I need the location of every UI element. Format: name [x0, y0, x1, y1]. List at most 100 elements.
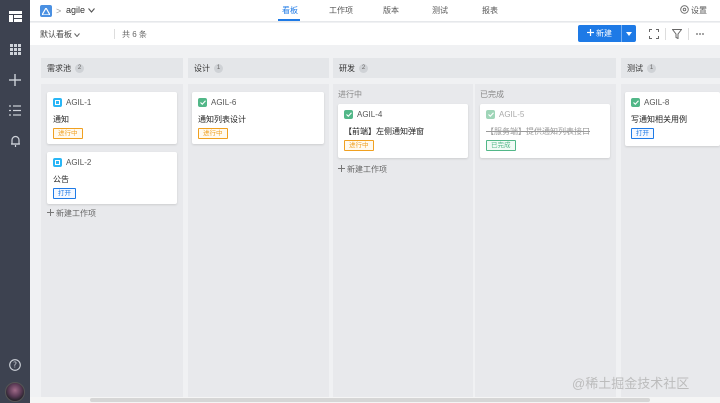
- card-agil-5[interactable]: AGIL-5 【服务端】提供通知列表接口 已完成: [480, 104, 610, 158]
- status-badge[interactable]: 打开: [631, 128, 654, 139]
- card-agil-2[interactable]: AGIL-2 公告 打开: [47, 152, 177, 204]
- column-header: 研发 2: [333, 58, 616, 78]
- list-icon[interactable]: [7, 102, 23, 118]
- fullscreen-icon[interactable]: [648, 28, 660, 40]
- tab-versions[interactable]: 版本: [383, 5, 399, 16]
- tab-testing[interactable]: 测试: [432, 5, 448, 16]
- project-name[interactable]: agile: [66, 5, 85, 15]
- gear-icon: [680, 5, 689, 16]
- column-test: 测试 1 AGIL-8 写通知相关用例 打开: [621, 58, 720, 397]
- board-selector[interactable]: 默认看板: [40, 29, 80, 40]
- column-title: 需求池: [47, 63, 71, 73]
- bell-icon[interactable]: [7, 133, 23, 149]
- card-title: 公告: [53, 175, 69, 184]
- status-badge[interactable]: 已完成: [486, 140, 516, 151]
- new-work-item-button[interactable]: 新建工作项: [47, 208, 96, 219]
- status-badge[interactable]: 进行中: [344, 140, 374, 151]
- svg-text:?: ?: [13, 361, 17, 370]
- chevron-down-icon: [74, 30, 80, 39]
- task-check-icon: [631, 98, 640, 107]
- task-check-icon: [344, 110, 353, 119]
- column-title: 测试: [627, 63, 643, 73]
- card-agil-1[interactable]: AGIL-1 通知 进行中: [47, 92, 177, 144]
- tab-work-items[interactable]: 工作项: [329, 5, 353, 16]
- card-id: AGIL-2: [66, 158, 92, 167]
- apps-grid-icon[interactable]: [7, 41, 23, 57]
- card-id: AGIL-1: [66, 98, 92, 107]
- card-id: AGIL-8: [644, 98, 670, 107]
- divider: [688, 28, 689, 40]
- tab-board[interactable]: 看板: [282, 5, 298, 16]
- column-design: 设计 1 AGIL-6 通知列表设计 进行中: [188, 58, 329, 397]
- watermark: @稀土掘金技术社区: [572, 376, 690, 391]
- sub-column-in-progress: 进行中 AGIL-4 【前端】左侧通知弹窗 进行中 新建工作项: [333, 84, 473, 397]
- card-agil-8[interactable]: AGIL-8 写通知相关用例 打开: [625, 92, 720, 146]
- tab-reports[interactable]: 报表: [482, 5, 498, 16]
- column-header: 测试 1: [621, 58, 720, 78]
- column-title: 设计: [194, 63, 210, 73]
- task-check-icon: [198, 98, 207, 107]
- new-work-item-label: 新建工作项: [56, 209, 96, 218]
- scrollbar-thumb[interactable]: [90, 398, 650, 402]
- new-button[interactable]: 新建: [578, 25, 636, 42]
- chevron-down-icon[interactable]: [88, 6, 95, 15]
- column-header: 需求池 2: [41, 58, 183, 78]
- windows-icon[interactable]: [7, 8, 23, 24]
- task-check-icon: [486, 110, 495, 119]
- project-logo-icon: [40, 5, 52, 17]
- card-title: 通知: [53, 115, 69, 124]
- column-body: AGIL-6 通知列表设计 进行中: [188, 84, 329, 397]
- plus-icon: [587, 29, 594, 38]
- sub-column-label: 已完成: [480, 90, 504, 99]
- status-badge[interactable]: 打开: [53, 188, 76, 199]
- settings-button[interactable]: 设置: [680, 5, 707, 16]
- column-count-badge: 1: [647, 63, 656, 73]
- column-body: AGIL-1 通知 进行中 AGIL-2 公告 打开 新建工作项: [41, 84, 183, 397]
- filter-icon[interactable]: [671, 28, 683, 40]
- column-backlog: 需求池 2 AGIL-1 通知 进行中 AGIL-2 公告 打开 新建工作项: [41, 58, 183, 397]
- new-work-item-button[interactable]: 新建工作项: [338, 164, 387, 175]
- story-icon: [53, 98, 62, 107]
- new-work-item-label: 新建工作项: [347, 165, 387, 174]
- plus-icon: [47, 209, 54, 218]
- card-title: 【前端】左侧通知弹窗: [344, 127, 424, 136]
- column-body: 进行中 AGIL-4 【前端】左侧通知弹窗 进行中 新建工作项 已完成 AGIL…: [333, 84, 616, 397]
- column-count-badge: 1: [214, 63, 223, 73]
- top-bar: > agile 看板 工作项 版本 测试 报表 设置: [30, 0, 720, 22]
- settings-label: 设置: [691, 6, 707, 15]
- divider: [665, 28, 666, 40]
- story-icon: [53, 158, 62, 167]
- card-agil-4[interactable]: AGIL-4 【前端】左侧通知弹窗 进行中: [338, 104, 468, 158]
- breadcrumb-separator: >: [56, 6, 62, 16]
- horizontal-scrollbar[interactable]: [30, 397, 720, 403]
- status-badge[interactable]: 进行中: [198, 128, 228, 139]
- column-title: 研发: [339, 63, 355, 73]
- card-agil-6[interactable]: AGIL-6 通知列表设计 进行中: [192, 92, 324, 144]
- column-dev: 研发 2 进行中 AGIL-4 【前端】左侧通知弹窗 进行中 新建工作项 已完成…: [333, 58, 616, 397]
- active-tab-indicator: [278, 19, 300, 21]
- status-badge[interactable]: 进行中: [53, 128, 83, 139]
- card-id: AGIL-5: [499, 110, 525, 119]
- card-title: 通知列表设计: [198, 115, 246, 124]
- card-title: 【服务端】提供通知列表接口: [486, 127, 590, 136]
- board-name: 默认看板: [40, 30, 72, 39]
- new-button-label: 新建: [596, 29, 612, 38]
- column-header: 设计 1: [188, 58, 329, 78]
- column-count-badge: 2: [359, 63, 368, 73]
- plus-icon[interactable]: [7, 72, 23, 88]
- plus-icon: [338, 165, 345, 174]
- sidebar: ?: [0, 0, 30, 403]
- avatar[interactable]: [5, 382, 25, 402]
- help-icon[interactable]: ?: [7, 357, 23, 373]
- divider: [114, 29, 115, 39]
- more-icon[interactable]: [694, 28, 706, 40]
- new-dropdown-caret-icon[interactable]: [621, 25, 636, 42]
- sub-column-label: 进行中: [338, 90, 362, 99]
- card-id: AGIL-6: [211, 98, 237, 107]
- item-count: 共 6 条: [122, 30, 147, 39]
- column-count-badge: 2: [75, 63, 84, 73]
- sub-column-done: 已完成 AGIL-5 【服务端】提供通知列表接口 已完成: [475, 84, 616, 397]
- column-body: AGIL-8 写通知相关用例 打开: [621, 84, 720, 397]
- toolbar: 默认看板 共 6 条 新建: [30, 23, 720, 45]
- card-id: AGIL-4: [357, 110, 383, 119]
